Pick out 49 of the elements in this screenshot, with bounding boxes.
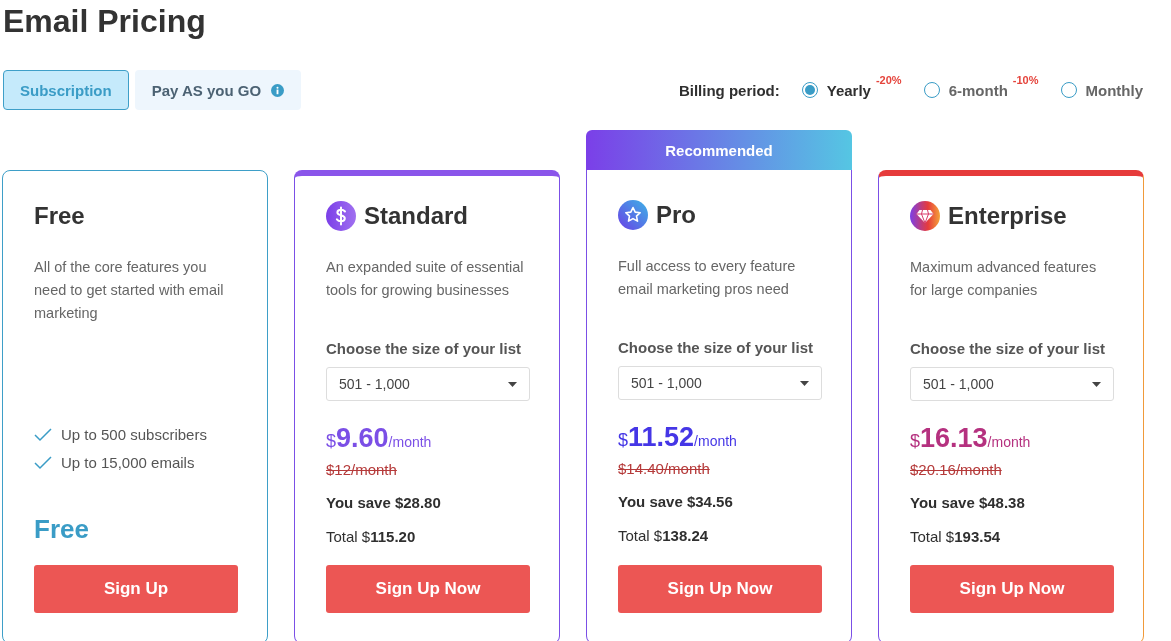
old-price: $20.16/month	[910, 460, 1003, 480]
total-price: Total $115.20	[326, 527, 417, 547]
feature-text: Up to 500 subscribers	[61, 425, 207, 445]
old-price: $14.40/month	[618, 459, 711, 479]
price: $9.60/month	[326, 422, 433, 455]
radio-label[interactable]: Monthly	[1085, 81, 1143, 99]
sign-up-button[interactable]: Sign Up	[34, 565, 238, 613]
check-icon	[34, 455, 52, 470]
caret-icon	[1092, 381, 1101, 387]
check-icon	[34, 427, 52, 442]
plan-description: All of the core features you need to get started with email marketing	[34, 258, 225, 323]
plan-name: Standard	[364, 202, 468, 230]
list-size-dropdown[interactable]: 501 - 1,000	[326, 367, 530, 401]
plan-description: Full access to every feature email marketing pros need	[618, 257, 797, 299]
radio-label[interactable]: Yearly	[826, 81, 871, 99]
price: $16.13/month	[910, 422, 1032, 455]
old-price: $12/month	[326, 460, 398, 480]
sign-up-button[interactable]: Sign Up Now	[910, 565, 1114, 613]
caret-icon	[800, 380, 809, 386]
field-label: Choose the size of your list	[910, 340, 1107, 358]
price: Free	[34, 514, 90, 544]
sign-up-button[interactable]: Sign Up Now	[618, 565, 822, 613]
list-size-dropdown[interactable]: 501 - 1,000	[910, 367, 1114, 401]
sign-up-button[interactable]: Sign Up Now	[326, 565, 530, 613]
field-label: Choose the size of your list	[618, 339, 815, 357]
savings-text: You save $28.80	[326, 493, 442, 513]
plan-name: Free	[34, 202, 85, 230]
savings-text: You save $34.56	[618, 492, 734, 512]
discount-label: -10%	[1012, 73, 1039, 86]
list-size-dropdown[interactable]: 501 - 1,000	[618, 366, 822, 400]
price: $11.52/month	[618, 421, 738, 454]
tab[interactable]: Pay AS you GO	[134, 70, 302, 110]
total-price: Total $138.24	[618, 526, 710, 546]
plan-name: Enterprise	[948, 202, 1067, 230]
field-label: Choose the size of your list	[326, 340, 523, 358]
feature-text: Up to 15,000 emails	[61, 453, 195, 473]
savings-text: You save $48.38	[910, 493, 1026, 513]
info-icon	[271, 83, 285, 97]
plan-description: Maximum advanced features for large companies	[910, 258, 1098, 300]
plan-name: Pro	[656, 201, 696, 229]
plan-description: An expanded suite of essential tools for growing businesses	[326, 258, 525, 300]
caret-icon	[508, 381, 517, 387]
page-title: Email Pricing	[3, 2, 207, 39]
radio-label[interactable]: 6-month	[948, 81, 1008, 99]
billing-label: Billing period:	[678, 81, 780, 99]
total-price: Total $193.54	[910, 527, 1002, 547]
recommended-banner: Recommended	[586, 130, 852, 170]
dollar-icon	[326, 201, 356, 231]
discount-label: -20%	[875, 73, 902, 86]
